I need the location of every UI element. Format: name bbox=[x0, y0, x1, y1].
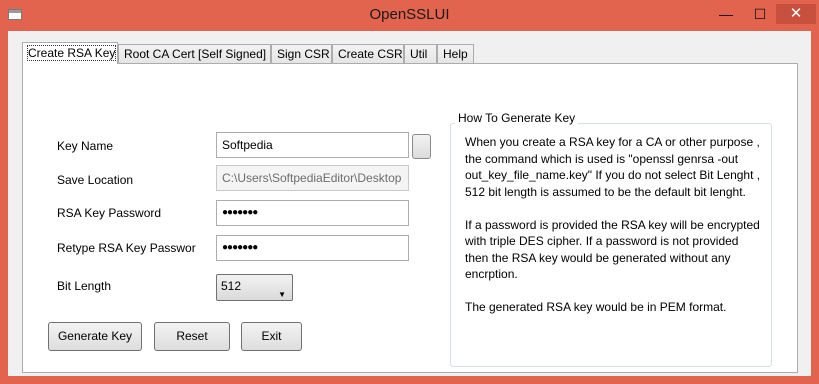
title-bar[interactable]: OpenSSLUI — ☐ ✕ bbox=[0, 0, 819, 30]
exit-button[interactable]: Exit bbox=[241, 322, 302, 351]
tab-help[interactable]: Help bbox=[437, 44, 474, 63]
help-title: How To Generate Key bbox=[455, 111, 579, 125]
app-window: OpenSSLUI — ☐ ✕ Create RSA Key Root CA C… bbox=[0, 0, 819, 384]
bit-length-label: Bit Length bbox=[57, 279, 112, 293]
help-paragraph: When you create a RSA key for a CA or ot… bbox=[465, 135, 761, 199]
reset-button[interactable]: Reset bbox=[154, 322, 230, 351]
bit-length-value: 512 bbox=[221, 279, 242, 293]
tab-root-ca-cert[interactable]: Root CA Cert [Self Signed] bbox=[118, 44, 271, 63]
browse-button[interactable] bbox=[412, 134, 431, 159]
save-location-label: Save Location bbox=[57, 173, 134, 187]
tab-util[interactable]: Util bbox=[404, 44, 437, 63]
tab-panel: Key Name Softpedia Save Location C:\User… bbox=[22, 63, 798, 373]
help-paragraph: The generated RSA key would be in PEM fo… bbox=[465, 300, 727, 314]
minimize-icon[interactable]: — bbox=[713, 4, 739, 24]
help-paragraph: If a password is provided the RSA key wi… bbox=[465, 217, 760, 282]
maximize-icon[interactable]: ☐ bbox=[747, 4, 773, 24]
generate-key-button[interactable]: Generate Key bbox=[48, 322, 142, 351]
password-input[interactable]: ●●●●●●● bbox=[216, 200, 409, 226]
tab-create-rsa-key[interactable]: Create RSA Key bbox=[22, 42, 118, 64]
window-title: OpenSSLUI bbox=[369, 6, 450, 23]
retype-password-label: Retype RSA Key Passwor bbox=[57, 241, 196, 255]
help-text: When you create a RSA key for a CA or ot… bbox=[465, 134, 763, 332]
bit-length-select[interactable]: 512 ▼ bbox=[216, 274, 293, 301]
tab-create-csr[interactable]: Create CSR bbox=[332, 44, 404, 63]
key-name-input[interactable]: Softpedia bbox=[216, 132, 409, 158]
password-label: RSA Key Password bbox=[57, 206, 162, 220]
retype-password-input[interactable]: ●●●●●●● bbox=[216, 235, 409, 261]
chevron-down-icon: ▼ bbox=[278, 290, 286, 299]
close-icon[interactable]: ✕ bbox=[776, 4, 816, 24]
save-location-input: C:\Users\SoftpediaEditor\Desktop bbox=[216, 165, 409, 191]
tab-sign-csr[interactable]: Sign CSR bbox=[271, 44, 332, 63]
key-name-label: Key Name bbox=[57, 139, 114, 153]
client-area: Create RSA Key Root CA Cert [Self Signed… bbox=[8, 31, 811, 376]
